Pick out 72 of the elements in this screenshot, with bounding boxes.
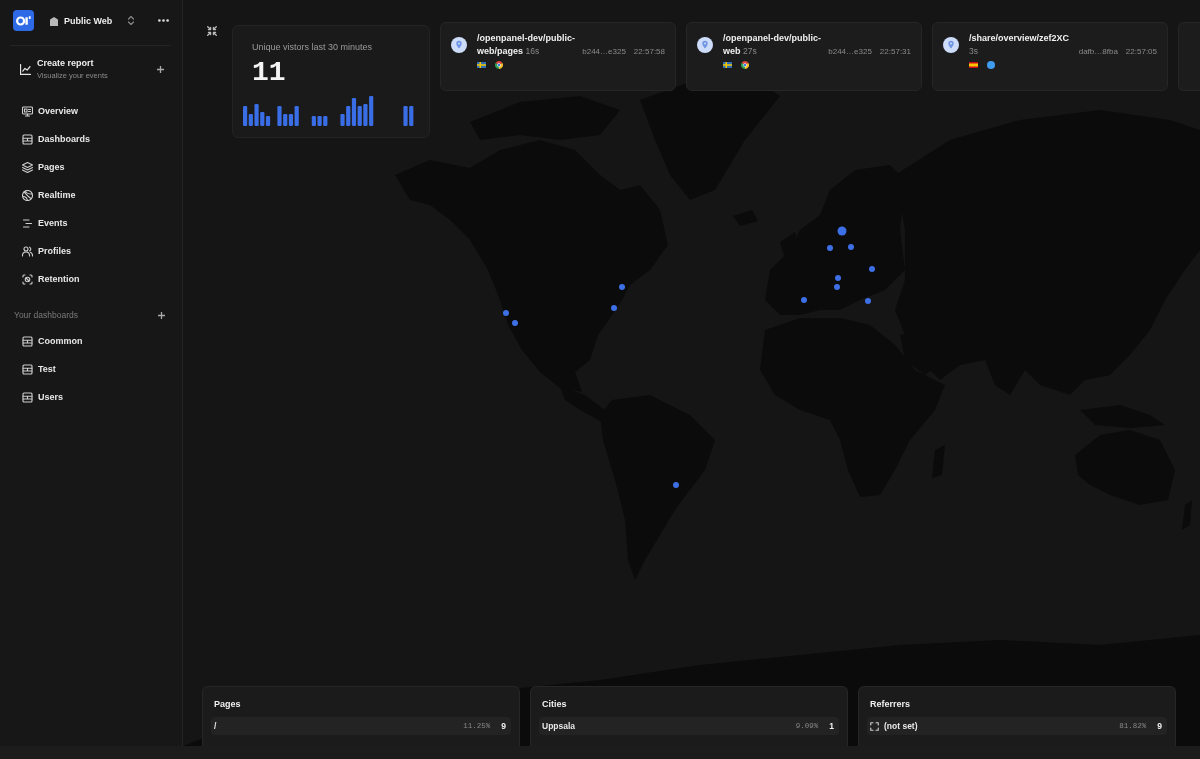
profile-id: b244…e325	[582, 46, 626, 56]
event-time: 22:57:58	[633, 46, 665, 56]
row-label: (not set)	[884, 721, 918, 731]
visitor-count: 11	[252, 59, 286, 87]
nav-item[interactable]: Retention	[13, 265, 171, 293]
browser-icon	[741, 61, 749, 69]
card-title: Referrers	[870, 699, 912, 710]
location-dot-icon[interactable]	[835, 275, 841, 281]
event-time: 22:57:05	[1125, 46, 1157, 56]
project-switcher[interactable]: Public Web	[44, 10, 139, 31]
layout-icon	[22, 391, 33, 403]
plus-icon[interactable]	[158, 311, 165, 319]
logo-icon	[13, 10, 34, 31]
row-label: /	[214, 721, 217, 731]
list-icon	[22, 217, 33, 229]
location-dot-icon[interactable]	[801, 297, 807, 303]
layout-icon	[22, 133, 33, 145]
nav-item[interactable]: Overview	[13, 97, 171, 125]
flag-icon	[723, 62, 732, 68]
location-dot-icon[interactable]	[834, 284, 840, 290]
layout-icon	[22, 363, 33, 375]
nav-item[interactable]: Profiles	[13, 237, 171, 265]
scan-icon	[22, 273, 33, 285]
card-title: Cities	[542, 699, 568, 710]
event-time: 22:57:31	[879, 46, 911, 56]
globe-icon	[22, 189, 33, 201]
nav-item[interactable]: Pages	[13, 153, 171, 181]
location-dot-icon[interactable]	[827, 245, 833, 251]
location-dot-icon[interactable]	[503, 310, 509, 316]
location-dot-icon[interactable]	[869, 266, 875, 272]
users-icon	[22, 245, 33, 257]
row-label: Uppsala	[542, 721, 576, 731]
nav-item[interactable]: Coommon	[13, 327, 171, 355]
location-dot-icon[interactable]	[837, 226, 847, 236]
flag-icon	[969, 62, 978, 68]
location-dot-icon[interactable]	[848, 244, 854, 250]
flag-icon	[477, 62, 486, 68]
chevrons-up-down-icon	[128, 16, 134, 25]
count-text: 1	[829, 721, 834, 731]
location-dot-icon[interactable]	[611, 305, 617, 311]
location-dot-icon[interactable]	[512, 320, 518, 326]
plus-icon[interactable]	[157, 65, 164, 73]
card-title: Pages	[214, 699, 242, 710]
pin-icon	[697, 36, 713, 53]
profile-id: dafb…8fba	[1078, 46, 1118, 56]
layout-icon	[22, 335, 33, 347]
browser-icon	[495, 61, 503, 69]
building-icon	[49, 15, 59, 26]
count-text: 9	[1157, 721, 1162, 731]
shrink-icon[interactable]	[207, 26, 217, 36]
line-chart-icon	[20, 63, 31, 75]
count-text: 9	[501, 721, 506, 731]
location-dot-icon[interactable]	[673, 482, 679, 488]
nav-item[interactable]: Realtime	[13, 181, 171, 209]
nav-item[interactable]: Dashboards	[13, 125, 171, 153]
nav-item[interactable]: Test	[13, 355, 171, 383]
browser-icon	[987, 61, 995, 69]
page-path[interactable]: /openpanel-dev/public-web 27s	[723, 32, 824, 58]
monitor-icon	[22, 105, 33, 117]
location-dot-icon[interactable]	[865, 298, 871, 304]
profile-id: b244…e325	[828, 46, 872, 56]
pin-icon	[943, 36, 959, 53]
layers-icon	[22, 161, 33, 173]
nav-item[interactable]: Users	[13, 383, 171, 411]
section-heading: Your dashboards	[14, 310, 78, 320]
page-path[interactable]: /share/overview/zef2XC 3s	[969, 32, 1074, 58]
page-path[interactable]: /openpanel-dev/public-web/pages 16s	[477, 32, 578, 58]
pin-icon	[451, 36, 467, 53]
nav-item[interactable]: Events	[13, 209, 171, 237]
location-dot-icon[interactable]	[619, 284, 625, 290]
card-title: Unique vistors last 30 minutes	[252, 42, 373, 53]
more-icon[interactable]	[158, 19, 169, 22]
